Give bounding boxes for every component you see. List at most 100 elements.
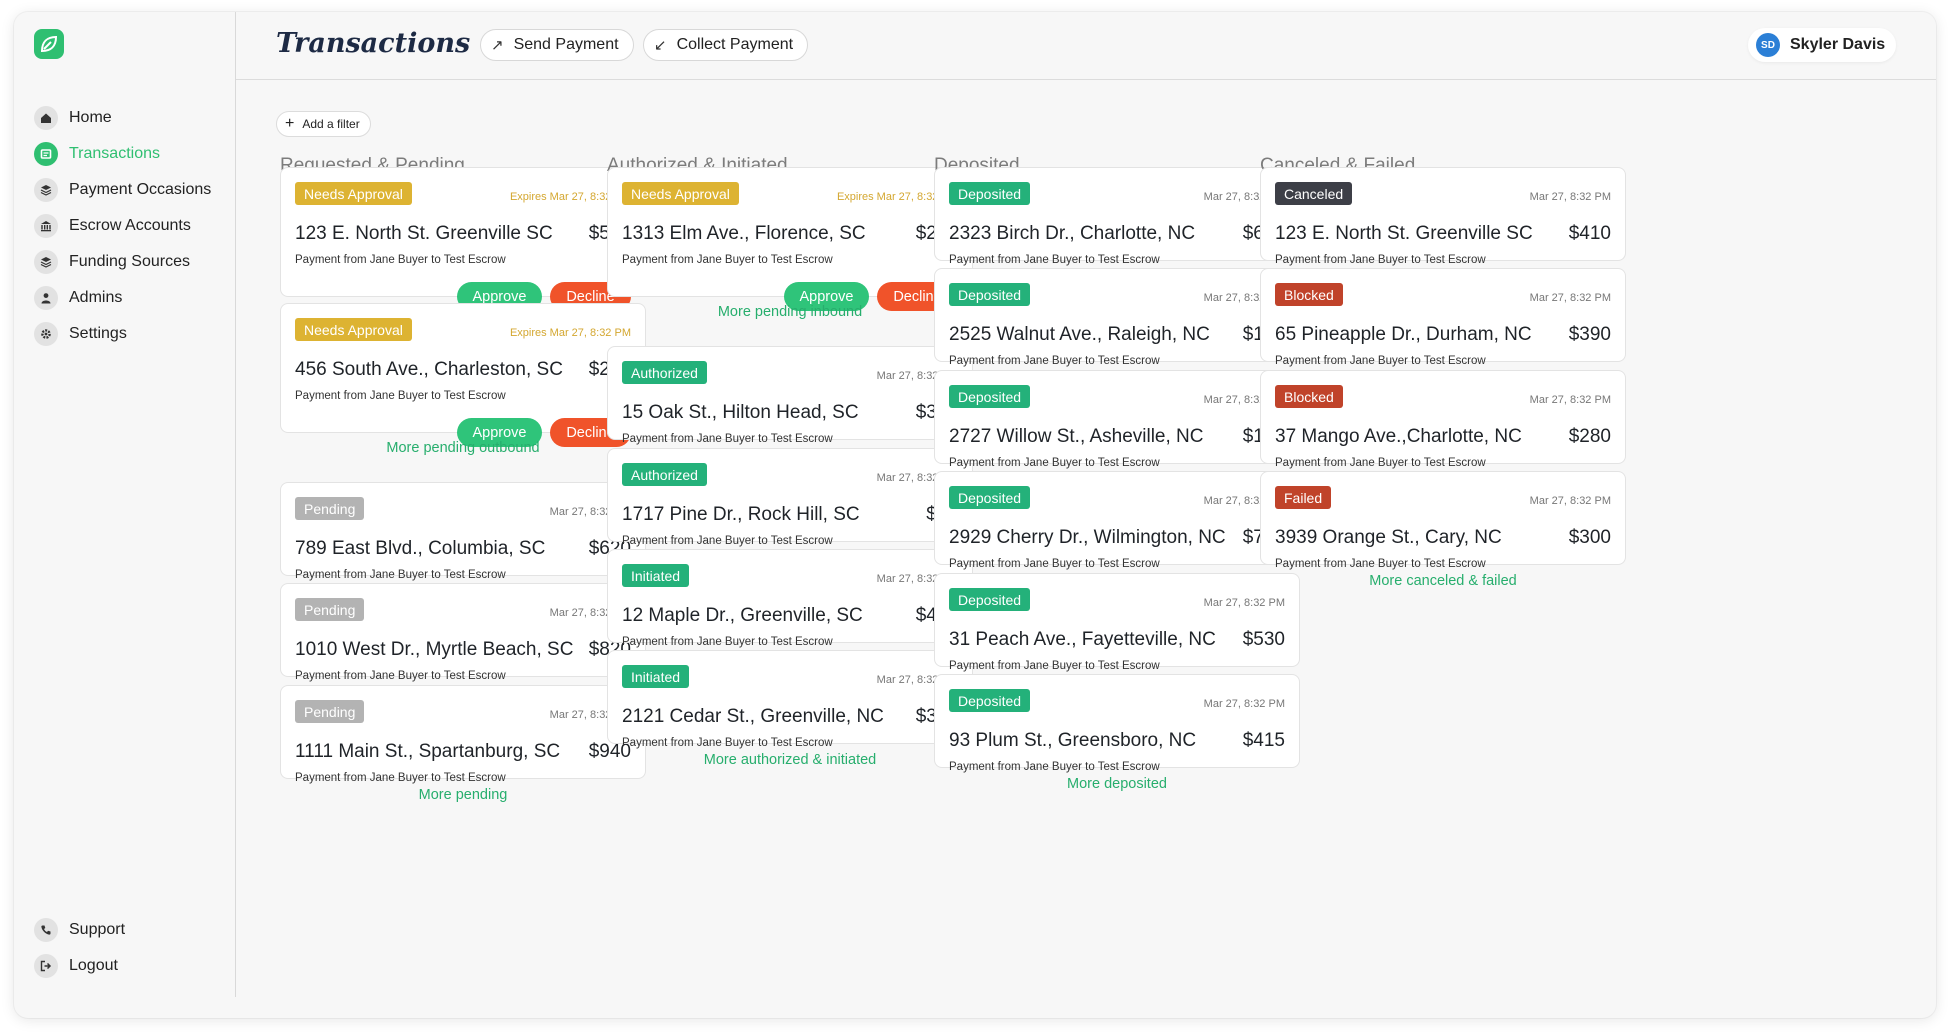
- transaction-amount: $530: [1242, 629, 1285, 650]
- property-address: 3939 Orange St., Cary, NC: [1275, 527, 1502, 548]
- sidebar-item-label: Logout: [69, 957, 118, 974]
- user-name: Skyler Davis: [1790, 36, 1886, 53]
- property-address: 65 Pineapple Dr., Durham, NC: [1275, 324, 1532, 345]
- transaction-card[interactable]: Failed Mar 27, 8:32 PM 3939 Orange St., Ca…: [1260, 471, 1626, 570]
- transaction-description: Payment from Jane Buyer to Test Escrow: [295, 569, 506, 581]
- transaction-description: Payment from Jane Buyer to Test Escrow: [1275, 355, 1486, 367]
- transaction-card[interactable]: Blocked Mar 27, 8:32 PM 37 Mango Ave.,Char…: [1260, 370, 1626, 469]
- transaction-date: Mar 27, 8:32 PM: [1529, 191, 1611, 203]
- sidebar-item-payment-occasions[interactable]: Payment Occasions: [34, 172, 234, 208]
- status-badge: Needs Approval: [622, 182, 739, 205]
- more-link[interactable]: More pending outbound: [280, 440, 646, 456]
- transaction-description: Payment from Jane Buyer to Test Escrow: [622, 433, 833, 445]
- plus-icon: +: [285, 115, 295, 132]
- transaction-description: Payment from Jane Buyer to Test Escrow: [1275, 558, 1486, 570]
- status-badge: Needs Approval: [295, 318, 412, 341]
- transaction-card[interactable]: Deposited Mar 27, 8:32 PM 2727 Willow St.,…: [934, 370, 1300, 469]
- collect-payment-label: Collect Payment: [676, 36, 794, 53]
- app-logo[interactable]: [34, 29, 64, 59]
- property-address: 31 Peach Ave., Fayetteville, NC: [949, 629, 1216, 650]
- property-address: 15 Oak St., Hilton Head, SC: [622, 402, 859, 423]
- status-badge: Authorized: [622, 463, 707, 486]
- transaction-date: Expires Mar 27, 8:32 PM: [509, 327, 631, 339]
- user-menu[interactable]: SD Skyler Davis: [1748, 28, 1896, 62]
- transaction-card[interactable]: Authorized Mar 27, 8:32 PM 15 Oak St., Hil…: [607, 346, 973, 445]
- sidebar-item-logout[interactable]: Logout: [34, 948, 234, 984]
- transaction-card[interactable]: Canceled Mar 27, 8:32 PM 123 E. North St. …: [1260, 167, 1626, 266]
- avatar: SD: [1756, 33, 1780, 57]
- status-badge: Needs Approval: [295, 182, 412, 205]
- home-icon: [34, 106, 58, 130]
- more-link[interactable]: More pending inbound: [607, 304, 973, 320]
- transaction-description: Payment from Jane Buyer to Test Escrow: [622, 535, 833, 547]
- send-payment-label: Send Payment: [513, 36, 619, 53]
- transaction-description: Payment from Jane Buyer to Test Escrow: [622, 636, 833, 648]
- app-window: Home Transactions Payment Occasions Escr…: [14, 12, 1936, 1018]
- layers-icon: [34, 250, 58, 274]
- sidebar-item-label: Settings: [69, 325, 127, 342]
- transaction-card[interactable]: Initiated Mar 27, 8:32 PM 2121 Cedar St., …: [607, 650, 973, 749]
- transaction-card[interactable]: Deposited Mar 27, 8:32 PM 31 Peach Ave., F…: [934, 573, 1300, 672]
- transaction-card[interactable]: Pending Mar 27, 8:32 PM 1111 Main St., Spa…: [280, 685, 646, 784]
- property-address: 1717 Pine Dr., Rock Hill, SC: [622, 504, 860, 525]
- more-link[interactable]: More canceled & failed: [1260, 573, 1626, 589]
- status-badge: Deposited: [949, 182, 1031, 205]
- transaction-description: Payment from Jane Buyer to Test Escrow: [949, 355, 1160, 367]
- property-address: 2929 Cherry Dr., Wilmington, NC: [949, 527, 1226, 548]
- transaction-card[interactable]: Pending Mar 27, 8:32 PM 789 East Blvd., Co…: [280, 482, 646, 581]
- transaction-card[interactable]: Authorized Mar 27, 8:32 PM 1717 Pine Dr., …: [607, 448, 973, 547]
- transaction-card[interactable]: Needs Approval Expires Mar 27, 8:32 PM 131…: [607, 167, 973, 311]
- sidebar-item-settings[interactable]: Settings: [34, 316, 234, 352]
- transaction-description: Payment from Jane Buyer to Test Escrow: [295, 254, 506, 266]
- sidebar-item-label: Transactions: [69, 145, 160, 162]
- send-payment-button[interactable]: ↗ Send Payment: [480, 29, 634, 61]
- bank-icon: [34, 214, 58, 238]
- transaction-description: Payment from Jane Buyer to Test Escrow: [949, 761, 1160, 773]
- transaction-description: Payment from Jane Buyer to Test Escrow: [949, 457, 1160, 469]
- status-badge: Pending: [295, 700, 365, 723]
- logout-icon: [34, 954, 58, 978]
- transaction-card[interactable]: Deposited Mar 27, 8:32 PM 93 Plum St., Gre…: [934, 674, 1300, 773]
- phone-icon: [34, 918, 58, 942]
- transaction-date: Mar 27, 8:32 PM: [1529, 292, 1611, 304]
- transaction-card[interactable]: Needs Approval Expires Mar 27, 8:32 PM 123…: [280, 167, 646, 311]
- transaction-description: Payment from Jane Buyer to Test Escrow: [622, 254, 833, 266]
- transaction-card[interactable]: Deposited Mar 27, 8:32 PM 2525 Walnut Ave.…: [934, 268, 1300, 367]
- property-address: 93 Plum St., Greensboro, NC: [949, 730, 1197, 751]
- transaction-card[interactable]: Blocked Mar 27, 8:32 PM 65 Pineapple Dr., …: [1260, 268, 1626, 367]
- more-link[interactable]: More pending: [280, 787, 646, 803]
- status-badge: Deposited: [949, 689, 1031, 712]
- add-filter-label: Add a filter: [302, 117, 360, 131]
- more-link[interactable]: More deposited: [934, 776, 1300, 792]
- add-filter-button[interactable]: + Add a filter: [276, 111, 371, 137]
- transaction-card[interactable]: Pending Mar 27, 8:32 PM 1010 West Dr., Myr…: [280, 583, 646, 682]
- sidebar-item-funding-sources[interactable]: Funding Sources: [34, 244, 234, 280]
- sidebar-item-transactions[interactable]: Transactions: [34, 136, 234, 172]
- transaction-card[interactable]: Initiated Mar 27, 8:32 PM 12 Maple Dr., Gr…: [607, 549, 973, 648]
- sidebar-item-support[interactable]: Support: [34, 912, 234, 948]
- property-address: 1313 Elm Ave., Florence, SC: [622, 223, 866, 244]
- status-badge: Failed: [1275, 486, 1332, 509]
- sidebar-nav: Home Transactions Payment Occasions Escr…: [34, 100, 234, 352]
- transaction-description: Payment from Jane Buyer to Test Escrow: [949, 660, 1160, 672]
- property-address: 2121 Cedar St., Greenville, NC: [622, 706, 884, 727]
- sidebar-item-escrow-accounts[interactable]: Escrow Accounts: [34, 208, 234, 244]
- more-link[interactable]: More authorized & initiated: [607, 752, 973, 768]
- property-address: 1010 West Dr., Myrtle Beach, SC: [295, 639, 574, 660]
- status-badge: Pending: [295, 598, 365, 621]
- sidebar-item-label: Admins: [69, 289, 123, 306]
- transaction-date: Mar 27, 8:32 PM: [1203, 597, 1285, 609]
- arrow-up-right-icon: ↗: [491, 37, 504, 54]
- collect-payment-button[interactable]: ↙ Collect Payment: [643, 29, 809, 61]
- transaction-card[interactable]: Deposited Mar 27, 8:32 PM 2929 Cherry Dr.,…: [934, 471, 1300, 570]
- transaction-amount: $410: [1568, 223, 1611, 244]
- sidebar-item-home[interactable]: Home: [34, 100, 234, 136]
- property-address: 123 E. North St. Greenville SC: [1275, 223, 1533, 244]
- transaction-card[interactable]: Deposited Mar 27, 8:32 PM 2323 Birch Dr., …: [934, 167, 1300, 266]
- sidebar-item-label: Payment Occasions: [69, 181, 212, 198]
- transaction-description: Payment from Jane Buyer to Test Escrow: [622, 737, 833, 749]
- gear-icon: [34, 322, 58, 346]
- transaction-card[interactable]: Needs Approval Expires Mar 27, 8:32 PM 456…: [280, 303, 646, 447]
- transaction-description: Payment from Jane Buyer to Test Escrow: [949, 558, 1160, 570]
- sidebar-item-admins[interactable]: Admins: [34, 280, 234, 316]
